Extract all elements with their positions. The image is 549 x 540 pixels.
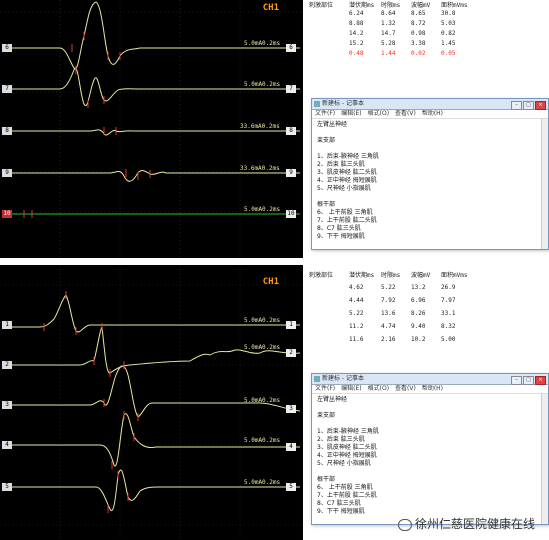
trace-scale-1: 5.0mA0.2ms: [244, 317, 281, 324]
trace-number-3[interactable]: 3: [2, 401, 12, 409]
trace-scale-7: 5.0mA0.2ms: [244, 81, 281, 88]
menu-format[interactable]: 格式(O): [368, 110, 389, 117]
table-row[interactable]: 11.6 2.16 10.2 5.00: [349, 336, 455, 343]
table-row[interactable]: 4.44 7.92 6.96 7.97: [349, 297, 455, 304]
trace-scale-9: 33.6mA0.2ms: [240, 165, 280, 172]
trace-number-5-right[interactable]: 5: [286, 483, 296, 491]
notepad-text-area[interactable]: 左臂丛神经 束支部 1、后束-腋神经 三角肌 2、后束 肱三头肌 3、肌皮神经 肱二头肌…: [312, 119, 548, 243]
trace-1: [12, 294, 300, 333]
trace-number-7-right[interactable]: 7: [286, 85, 296, 93]
trace-scale-4: 5.0mA0.2ms: [244, 437, 281, 444]
maximize-button[interactable]: □: [523, 101, 534, 110]
notepad-scrollbar[interactable]: [541, 394, 548, 524]
wechat-icon: [397, 518, 412, 531]
menu-help[interactable]: 帮助(H): [422, 385, 443, 392]
table-row[interactable]: 11.2 4.74 9.40 8.32: [349, 323, 455, 330]
results-panel-2: 刺激部位 潜伏期ms 时限ms 波幅mV 面积mVms 4.62 5.22 13.2 26.9…: [303, 265, 549, 540]
notepad-titlebar[interactable]: 新建标 - 记事本 – □ ×: [312, 374, 548, 385]
notepad-menubar: 文件(F) 编辑(E) 格式(O) 查看(V) 帮助(H): [312, 110, 548, 119]
menu-help[interactable]: 帮助(H): [422, 110, 443, 117]
trace-number-3-right[interactable]: 3: [286, 405, 296, 413]
notepad-text-area[interactable]: 左臂丛神经 束支部 1、后束-腋神经 三角肌 2、后束 肱三头肌 3、肌皮神经 肱二头肌…: [312, 394, 548, 518]
menu-view[interactable]: 查看(V): [395, 110, 416, 117]
trace-8: [12, 129, 300, 136]
trace-scale-10: 5.0mA0.2ms: [244, 206, 281, 213]
table-row[interactable]: 14.2 14.7 0.98 0.82: [349, 30, 455, 37]
notepad-window-1[interactable]: 新建标 - 记事本 – □ × 文件(F) 编辑(E) 格式(O) 查看(V) 帮助(H) …: [311, 98, 549, 250]
table-row[interactable]: 15.2 5.28 3.38 1.45: [349, 40, 455, 47]
menu-file[interactable]: 文件(F): [315, 110, 335, 117]
channel-label-2: CH1: [262, 277, 279, 287]
table-row[interactable]: 8.88 1.32 8.72 5.03: [349, 20, 455, 27]
menu-file[interactable]: 文件(F): [315, 385, 335, 392]
emg-screen-2: CH1 1 5.0mA0.2ms 1 2 5.0mA0.2ms 2 3 5.0m…: [0, 265, 303, 540]
close-button[interactable]: ×: [535, 101, 546, 110]
trace-number-2[interactable]: 2: [2, 361, 12, 369]
trace-number-10[interactable]: 10: [2, 210, 12, 218]
menu-edit[interactable]: 编辑(E): [341, 385, 361, 392]
notepad-titlebar[interactable]: 新建标 - 记事本 – □ ×: [312, 99, 548, 110]
minimize-button[interactable]: –: [511, 376, 522, 385]
notepad-window-2[interactable]: 新建标 - 记事本 – □ × 文件(F) 编辑(E) 格式(O) 查看(V) 帮助(H) …: [311, 373, 549, 525]
trace-number-9-right[interactable]: 9: [286, 169, 296, 177]
notepad-menubar: 文件(F) 编辑(E) 格式(O) 查看(V) 帮助(H): [312, 385, 548, 394]
trace-scale-3: 5.0mA0.2ms: [244, 397, 281, 404]
trace-5: [12, 469, 300, 512]
close-button[interactable]: ×: [535, 376, 546, 385]
trace-number-4-right[interactable]: 4: [286, 443, 296, 451]
watermark: 徐州仁慈医院健康在线: [397, 515, 535, 532]
notepad-scrollbar[interactable]: [541, 119, 548, 249]
menu-view[interactable]: 查看(V): [395, 385, 416, 392]
trace-scale-8: 33.6mA0.2ms: [240, 123, 280, 130]
trace-number-6[interactable]: 6: [2, 44, 12, 52]
menu-format[interactable]: 格式(O): [368, 385, 389, 392]
trace-scale-5: 5.0mA0.2ms: [244, 479, 281, 486]
trace-number-8[interactable]: 8: [2, 127, 12, 135]
trace-number-9[interactable]: 9: [2, 169, 12, 177]
table-row[interactable]: 6.24 8.64 8.65 30.8: [349, 10, 455, 17]
trace-scale-6: 5.0mA0.2ms: [244, 40, 281, 47]
trace-number-7[interactable]: 7: [2, 85, 12, 93]
trace-number-1-right[interactable]: 1: [286, 321, 296, 329]
trace-number-8-right[interactable]: 8: [286, 127, 296, 135]
table-row[interactable]: 5.22 13.6 8.26 33.1: [349, 310, 455, 317]
table-header: 刺激部位 潜伏期ms 时限ms 波幅mV 面积mVms: [309, 272, 468, 279]
trace-number-2-right[interactable]: 2: [286, 349, 296, 357]
menu-edit[interactable]: 编辑(E): [341, 110, 361, 117]
trace-number-6-right[interactable]: 6: [286, 44, 296, 52]
trace-scale-2: 5.0mA0.2ms: [244, 344, 281, 351]
table-row-highlighted[interactable]: 0.48 1.44 0.02 0.05: [349, 50, 455, 57]
cursor-markers-1: [23, 32, 151, 218]
trace-number-10-right[interactable]: 10: [286, 210, 296, 218]
notepad-icon: [314, 376, 320, 382]
table-header: 刺激部位 潜伏期ms 时限ms 波幅mV 面积mVms: [309, 2, 468, 9]
minimize-button[interactable]: –: [511, 101, 522, 110]
maximize-button[interactable]: □: [523, 376, 534, 385]
channel-label-1: CH1: [262, 3, 279, 13]
trace-number-4[interactable]: 4: [2, 441, 12, 449]
trace-number-1[interactable]: 1: [2, 321, 12, 329]
emg-screen-1: CH1 6 5.0mA0.2ms 6 7 5.0mA0.2ms 7 8 33.6…: [0, 0, 303, 258]
trace-3: [12, 365, 301, 418]
notepad-icon: [314, 101, 320, 107]
table-row[interactable]: 4.62 5.22 13.2 26.9: [349, 284, 455, 291]
trace-number-5[interactable]: 5: [2, 483, 12, 491]
results-panel-1: 刺激部位 潜伏期ms 时限ms 波幅mV 面积mVms 6.24 8.64 8.65 30.8…: [303, 0, 549, 258]
